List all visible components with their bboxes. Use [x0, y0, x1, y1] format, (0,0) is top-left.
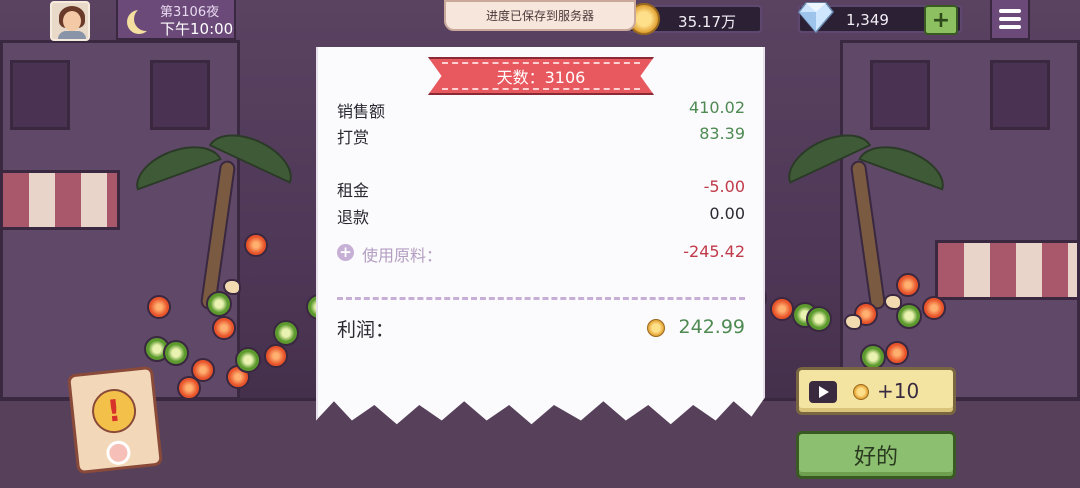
exclamation-icon: ! — [89, 386, 139, 436]
pepper-slice-icon — [806, 306, 832, 332]
cashew-icon — [223, 279, 241, 295]
coin-icon — [647, 319, 665, 337]
profit-value: 242.99 — [678, 316, 745, 338]
coin-balance-panel: 35.17万 — [628, 3, 762, 35]
avatar-body — [58, 31, 86, 39]
watch-ad-reward-button[interactable]: +10 — [796, 367, 956, 415]
refund-value: 0.00 — [709, 204, 745, 223]
pepper-slice-icon — [163, 340, 189, 366]
tips-value: 83.39 — [699, 124, 745, 143]
sales-value: 410.02 — [689, 98, 745, 117]
window — [150, 60, 210, 130]
cashew-icon — [884, 294, 902, 310]
tips-label: 打赏 — [337, 128, 370, 147]
save-status-toast: 进度已保存到服务器 — [444, 0, 636, 31]
ingredients-value: -245.42 — [683, 242, 745, 261]
refund-row: 退款 0.00 — [337, 204, 745, 227]
receipt-divider — [337, 297, 745, 300]
tomato-slice-icon — [770, 297, 794, 321]
diamond-icon — [798, 2, 834, 33]
window — [10, 60, 70, 130]
tips-row: 打赏 83.39 — [337, 124, 745, 147]
window — [870, 60, 930, 130]
tomato-slice-icon — [896, 273, 920, 297]
profit-row: 利润： 242.99 — [337, 315, 745, 343]
refund-label: 退款 — [337, 208, 370, 227]
coin-icon — [853, 384, 869, 400]
rent-value: -5.00 — [703, 177, 745, 196]
gem-balance: 1,349 — [846, 11, 889, 29]
gem-balance-panel: 1,349 + — [798, 2, 962, 35]
ad-reward-amount: +10 — [877, 379, 920, 403]
tomato-slice-icon — [212, 316, 236, 340]
window — [990, 60, 1050, 130]
tomato-slice-icon — [177, 376, 201, 400]
buy-gems-button[interactable]: + — [924, 5, 958, 35]
alert-notification-card[interactable]: ! — [67, 365, 163, 475]
awning-left — [0, 170, 120, 230]
profit-label: 利润： — [337, 319, 395, 341]
rent-row: 租金 -5.00 — [337, 177, 745, 200]
tomato-slice-icon — [244, 233, 268, 257]
tomato-slice-icon — [147, 295, 171, 319]
moon-icon — [134, 7, 158, 31]
card-button-dot — [105, 439, 132, 467]
sales-row: 销售额 410.02 — [337, 98, 745, 121]
tomato-slice-icon — [885, 341, 909, 365]
night-time-panel: 第3106夜 下午10:00 — [116, 0, 236, 40]
ingredients-row[interactable]: + 使用原料： -245.42 — [337, 242, 745, 265]
menu-button[interactable] — [990, 0, 1030, 40]
day-banner: 天数：3106 — [428, 57, 654, 95]
clock-time: 下午10:00 — [160, 20, 234, 38]
pepper-slice-icon — [273, 320, 299, 346]
coin-balance: 35.17万 — [678, 13, 736, 31]
player-avatar[interactable] — [50, 1, 90, 41]
day-banner-label: 天数：3106 — [496, 68, 586, 87]
pepper-slice-icon — [206, 291, 232, 317]
tomato-slice-icon — [264, 344, 288, 368]
expand-plus-icon[interactable]: + — [337, 244, 354, 261]
tomato-slice-icon — [922, 296, 946, 320]
ok-button[interactable]: 好的 — [796, 431, 956, 479]
pepper-slice-icon — [235, 347, 261, 373]
ingredients-label: 使用原料： — [362, 246, 443, 265]
avatar-face — [63, 11, 81, 31]
rent-label: 租金 — [337, 181, 370, 200]
cashew-icon — [844, 314, 862, 330]
hamburger-icon — [999, 9, 1021, 13]
awning-right — [935, 240, 1080, 300]
sales-label: 销售额 — [337, 102, 386, 121]
video-play-icon — [809, 381, 837, 403]
